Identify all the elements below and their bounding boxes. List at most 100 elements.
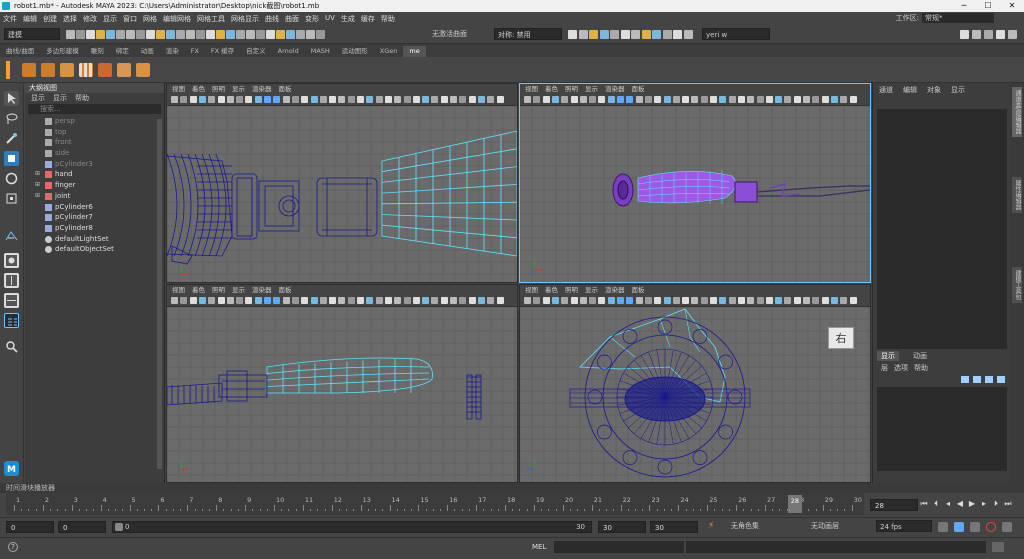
- render-tool-icon[interactable]: [568, 30, 577, 39]
- viewport-tool-icon[interactable]: [849, 297, 857, 304]
- viewport-menu-item[interactable]: 照明: [212, 84, 225, 94]
- viewport-tool-icon[interactable]: [812, 297, 820, 304]
- viewport-menu-item[interactable]: 视图: [172, 285, 185, 295]
- help-icon[interactable]: ?: [8, 542, 18, 552]
- menu-item[interactable]: 网格: [140, 14, 160, 24]
- viewport-tool-icon[interactable]: [338, 297, 346, 304]
- viewport-tool-icon[interactable]: [496, 297, 504, 304]
- viewport-tool-icon[interactable]: [431, 96, 439, 103]
- viewport-side[interactable]: 视图 着色 照明 显示 渲染器 面板右: [519, 284, 871, 483]
- viewport-menu-item[interactable]: 视图: [525, 285, 538, 295]
- viewport-tool-icon[interactable]: [626, 96, 634, 103]
- viewport-menu-item[interactable]: 着色: [192, 285, 205, 295]
- loop-icon[interactable]: [938, 522, 948, 532]
- outliner-item[interactable]: pCylinder8: [25, 223, 164, 234]
- viewport-tool-icon[interactable]: [840, 297, 848, 304]
- viewport-tool-icon[interactable]: [598, 96, 606, 103]
- maximize-button[interactable]: ☐: [976, 0, 1000, 12]
- status-tool-icon[interactable]: [196, 30, 205, 39]
- outliner-item[interactable]: ⊞ finger: [25, 180, 164, 191]
- viewport-tool-icon[interactable]: [737, 96, 745, 103]
- viewport-menu-item[interactable]: 照明: [212, 285, 225, 295]
- viewport-tool-icon[interactable]: [607, 297, 615, 304]
- viewport-tool-icon[interactable]: [384, 297, 392, 304]
- plane-shelf-icon[interactable]: [60, 63, 74, 77]
- status-tool-icon[interactable]: [186, 30, 195, 39]
- viewport-tool-icon[interactable]: [533, 96, 541, 103]
- viewport-menu-item[interactable]: 面板: [279, 84, 292, 94]
- shelf-tab[interactable]: FX 缓存: [205, 46, 240, 57]
- menu-item[interactable]: 显示: [100, 14, 120, 24]
- outliner-scrollbar[interactable]: [157, 119, 162, 469]
- viewport-tool-icon[interactable]: [691, 297, 699, 304]
- status-tool-icon[interactable]: [206, 30, 215, 39]
- viewport-tool-icon[interactable]: [384, 96, 392, 103]
- lasso-tool-icon[interactable]: [4, 111, 19, 126]
- user-dropdown[interactable]: yeri w: [702, 28, 770, 40]
- viewport-tool-icon[interactable]: [793, 96, 801, 103]
- shelf-tab[interactable]: 渲染: [160, 46, 185, 57]
- viewport-tool-icon[interactable]: [756, 96, 764, 103]
- scene-end-field[interactable]: 30: [650, 521, 698, 533]
- viewport-menu-item[interactable]: 面板: [632, 285, 645, 295]
- viewport-tool-icon[interactable]: [171, 96, 178, 103]
- cylinder-shelf-icon[interactable]: [41, 63, 55, 77]
- viewport-tool-icon[interactable]: [710, 96, 717, 103]
- command-language-label[interactable]: MEL: [532, 543, 546, 551]
- viewport-tool-icon[interactable]: [450, 96, 457, 103]
- viewport-menu-item[interactable]: 渲染器: [605, 285, 625, 295]
- viewport-tool-icon[interactable]: [198, 297, 206, 304]
- outliner-item[interactable]: pCylinder7: [25, 212, 164, 223]
- status-tool-icon[interactable]: [76, 30, 85, 39]
- viewport-tool-icon[interactable]: [254, 297, 262, 304]
- viewport-tool-icon[interactable]: [254, 96, 262, 103]
- viewport-tool-icon[interactable]: [542, 297, 550, 304]
- shelf-tab[interactable]: 运动图形: [336, 46, 374, 57]
- viewport-tool-icon[interactable]: [812, 96, 820, 103]
- render-tool-icon[interactable]: [652, 30, 661, 39]
- viewport-tool-icon[interactable]: [301, 96, 309, 103]
- menu-item[interactable]: UV: [322, 14, 338, 24]
- viewport-tool-icon[interactable]: [319, 297, 327, 304]
- channel-box-menu-item[interactable]: 编辑: [903, 83, 917, 97]
- viewport-tool-icon[interactable]: [487, 297, 495, 304]
- viewport-tool-icon[interactable]: [765, 297, 773, 304]
- viewport-tool-icon[interactable]: [189, 297, 197, 304]
- viewport-tool-icon[interactable]: [496, 96, 504, 103]
- status-tool-icon[interactable]: [246, 30, 255, 39]
- outliner-item[interactable]: front: [25, 137, 164, 148]
- viewport-tool-icon[interactable]: [626, 297, 634, 304]
- status-tool-icon[interactable]: [146, 30, 155, 39]
- viewport-tool-icon[interactable]: [533, 297, 541, 304]
- viewport-menu-item[interactable]: 显示: [232, 285, 245, 295]
- viewport-tool-icon[interactable]: [440, 96, 448, 103]
- menu-item[interactable]: 文件: [0, 14, 20, 24]
- menu-item[interactable]: 缓存: [358, 14, 378, 24]
- viewport-tool-icon[interactable]: [617, 96, 624, 103]
- viewport-tool-icon[interactable]: [440, 297, 448, 304]
- viewport-tool-icon[interactable]: [654, 96, 662, 103]
- viewport-tool-icon[interactable]: [347, 96, 355, 103]
- menu-item[interactable]: 编辑网格: [160, 14, 194, 24]
- viewport-tool-icon[interactable]: [236, 297, 244, 304]
- status-tool-icon[interactable]: [106, 30, 115, 39]
- viewport-tool-icon[interactable]: [682, 96, 690, 103]
- menu-item[interactable]: 窗口: [120, 14, 140, 24]
- viewport-tool-icon[interactable]: [310, 96, 318, 103]
- outliner-item[interactable]: ⊞ joint: [25, 191, 164, 202]
- anim-layer-dropdown[interactable]: 无动画层: [808, 520, 868, 532]
- viewport-tool-icon[interactable]: [180, 96, 188, 103]
- viewport-tool-icon[interactable]: [198, 96, 206, 103]
- menu-item[interactable]: 曲线: [262, 14, 282, 24]
- viewport-menu-item[interactable]: 照明: [565, 84, 578, 94]
- viewport-tool-icon[interactable]: [477, 96, 485, 103]
- viewport-menu-item[interactable]: 面板: [632, 84, 645, 94]
- viewport-tool-icon[interactable]: [375, 96, 383, 103]
- viewport-tool-icon[interactable]: [226, 96, 234, 103]
- viewport-tool-icon[interactable]: [635, 96, 643, 103]
- viewport-tool-icon[interactable]: [468, 297, 476, 304]
- viewport-tool-icon[interactable]: [291, 297, 299, 304]
- viewport-tool-icon[interactable]: [803, 96, 810, 103]
- panel-toggle-icon[interactable]: [1008, 30, 1017, 39]
- viewport-tool-icon[interactable]: [644, 96, 652, 103]
